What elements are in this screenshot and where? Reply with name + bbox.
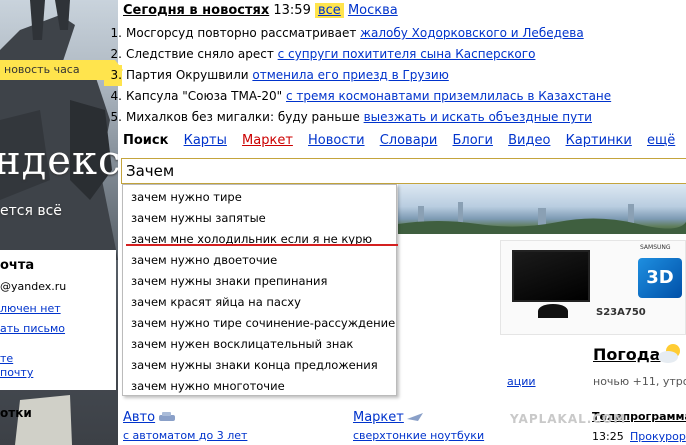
3d-badge-icon: 3D [638,258,682,298]
suggest-item[interactable]: зачем нужно двоеточие [131,253,277,267]
news-item: 4. Капсула "Союза ТМА-20" с тремя космона… [104,86,612,107]
mail-write-link[interactable]: ать письмо [0,322,65,335]
news-city-link[interactable]: Москва [348,3,398,18]
car-icon [159,412,175,421]
left-bottom-label[interactable]: отки [0,406,32,420]
tv-image [512,250,590,302]
tab-dictionaries[interactable]: Словари [380,133,438,148]
auto-link[interactable]: Авто [123,410,155,425]
mail-link-1[interactable]: лючен нет [0,302,61,315]
suggest-item[interactable]: зачем нужно тире [131,190,242,204]
sun-cloud-icon [658,344,680,363]
news-item-text: Следствие сняло арест [126,47,278,61]
skyline-image [398,202,686,234]
news-item-num: 4. [110,89,122,103]
news-item-link[interactable]: отменила его приезд в Грузию [252,68,448,82]
suggest-item[interactable]: зачем нужны знаки конца предложения [131,358,378,372]
news-item-text: Михалков без мигалки: буду раньше [126,110,364,124]
auto-sub-link[interactable]: с автоматом до 3 лет [123,429,247,442]
service-tabs: Поиск Карты Маркет Новости Словари Блоги… [123,133,686,148]
tv-time: 13:25 [592,430,624,443]
market-link[interactable]: Маркет [353,410,404,425]
watermark-text: YAPLAKAL.COM [510,412,627,426]
news-item: 1. Мосгорсуд повторно рассматривает жалоб… [104,23,611,44]
news-item-link[interactable]: жалобу Ходорковского и Лебедева [360,26,584,40]
news-item-link[interactable]: с тремя космонавтами приземлилась в Каза… [286,89,611,103]
red-annotation-line [126,244,398,246]
news-all-link[interactable]: все [314,3,344,18]
logo-text[interactable]: ндекс [0,138,118,184]
search-input[interactable]: Зачем [121,158,686,184]
tv-program-link[interactable]: Прокурор [630,430,686,443]
logo-tagline: ется всё [0,203,62,219]
plane-icon [407,413,423,421]
tab-more[interactable]: ещё [647,133,675,148]
news-item-num: 5. [110,110,122,124]
suggest-item[interactable]: зачем нужно многоточие [131,379,285,393]
news-item: 3. Партия Окрушвили отменила его приезд в… [104,65,611,86]
suggest-item[interactable]: зачем нужно тире сочинение-рассуждение [131,316,395,330]
mail-link-3[interactable]: те [0,352,13,365]
news-item-link[interactable]: с супруги похитителя сына Касперского [278,47,536,61]
tab-video[interactable]: Видео [508,133,550,148]
suggest-item[interactable]: зачем нужны запятые [131,211,266,225]
news-hour-badge: новость часа [0,60,123,80]
mail-panel: очта @yandex.ru лючен нет ать письмо те … [0,250,116,390]
mail-title[interactable]: очта [0,258,34,273]
tv-stand-image [538,304,568,318]
weather-temp: ночью +11, утром + [593,375,686,388]
news-header: Сегодня в новостях 13:59 все Москва [123,3,398,18]
city-banner-image [398,184,686,234]
tab-blogs[interactable]: Блоги [453,133,493,148]
mail-address: @yandex.ru [0,280,67,293]
news-item-text: Партия Окрушвили [126,68,253,82]
news-list: 1. Мосгорсуд повторно рассматривает жалоб… [104,23,611,128]
tab-market[interactable]: Маркет [242,133,293,148]
news-item-num: 3. [104,65,122,86]
market-sub-link[interactable]: сверхтонкие ноутбуки [353,429,484,442]
news-item: 2. Следствие сняло арест с супруги похити… [104,44,611,65]
news-item-text: Мосгорсуд повторно рассматривает [126,26,361,40]
mail-link-4[interactable]: почту [0,366,33,379]
news-item-num: 2. [110,47,122,61]
search-suggest-dropdown: зачем нужно тире зачем нужны запятые зач… [122,184,397,396]
suggest-item[interactable]: зачем красят яйца на пасху [131,295,301,309]
news-item: 5. Михалков без мигалки: буду раньше выез… [104,107,611,128]
tab-search[interactable]: Поиск [123,133,168,148]
news-item-num: 1. [110,26,122,40]
news-item-link[interactable]: выезжать и искать объездные пути [364,110,592,124]
weather-title[interactable]: Погода [593,345,660,364]
link-fragment[interactable]: ации [507,375,536,388]
suggest-item[interactable]: зачем нужен восклицательный знак [131,337,353,351]
tab-images[interactable]: Картинки [566,133,632,148]
news-item-text: Капсула "Союза ТМА-20" [126,89,286,103]
suggest-item[interactable]: зачем нужны знаки препинания [131,274,327,288]
news-hour-label: новость часа [4,63,80,76]
tab-news[interactable]: Новости [308,133,365,148]
ad-brand: SAMSUNG [640,244,671,251]
news-heading[interactable]: Сегодня в новостях [123,3,269,18]
news-time: 13:59 [273,3,311,18]
ad-model: S23A750 [596,307,646,318]
tab-maps[interactable]: Карты [184,133,227,148]
